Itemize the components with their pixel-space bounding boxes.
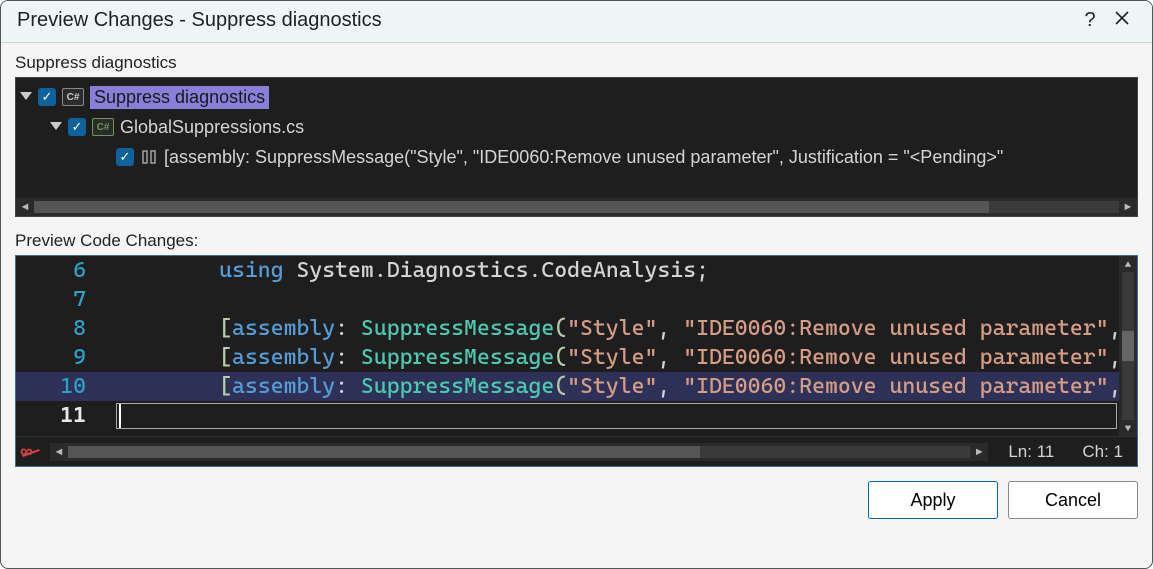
status-line: Ln: 11 [1008, 442, 1054, 462]
scroll-right-icon[interactable]: ► [970, 446, 988, 458]
code-line[interactable]: 9 [assembly: SuppressMessage("Style", "I… [16, 343, 1137, 372]
close-icon [1115, 11, 1129, 25]
close-button[interactable] [1106, 11, 1138, 30]
csharp-project-icon: C# [62, 88, 84, 106]
changes-tree[interactable]: ✓ C# Suppress diagnostics ✓ C# GlobalSup… [15, 77, 1138, 217]
tree-h-scrollbar[interactable]: ◄ ► [16, 198, 1137, 216]
dialog-buttons: Apply Cancel [15, 467, 1138, 519]
code-text: using System.Diagnostics.CodeAnalysis; [116, 258, 1137, 283]
tree-checkbox[interactable]: ✓ [38, 88, 56, 106]
code-status-bar: ∞ ◄ ► Ln: 11 Ch: 1 [16, 436, 1137, 466]
tree-checkbox[interactable]: ✓ [116, 148, 134, 166]
error-indicator-icon[interactable]: ∞ [20, 441, 44, 462]
scroll-thumb[interactable] [68, 446, 700, 458]
code-line[interactable]: 10 [assembly: SuppressMessage("Style", "… [16, 372, 1137, 401]
titlebar: Preview Changes - Suppress diagnostics ? [1, 1, 1152, 43]
line-number: 8 [16, 316, 116, 341]
tree-checkbox[interactable]: ✓ [68, 118, 86, 136]
dialog-title: Preview Changes - Suppress diagnostics [17, 9, 1074, 32]
code-line[interactable]: 7 [16, 285, 1137, 314]
tree-item-label: [assembly: SuppressMessage("Style", "IDE… [164, 147, 1003, 168]
code-text: [assembly: SuppressMessage("Style", "IDE… [116, 345, 1137, 370]
active-line-box[interactable] [116, 403, 1117, 429]
line-number: 9 [16, 345, 116, 370]
line-number: 10 [16, 374, 116, 399]
tree-file[interactable]: ✓ C# GlobalSuppressions.cs [20, 112, 1133, 142]
code-line[interactable]: 11 [16, 401, 1137, 430]
code-text: [assembly: SuppressMessage("Style", "IDE… [116, 374, 1137, 399]
text-cursor [119, 404, 121, 428]
scroll-thumb[interactable] [1122, 331, 1134, 361]
scroll-left-icon[interactable]: ◄ [16, 201, 34, 213]
line-number: 6 [16, 258, 116, 283]
code-line[interactable]: 8 [assembly: SuppressMessage("Style", "I… [16, 314, 1137, 343]
scroll-track[interactable] [1122, 272, 1134, 420]
scroll-down-icon[interactable]: ▼ [1119, 420, 1137, 436]
attribute-icon [140, 148, 158, 166]
scroll-track[interactable] [34, 201, 1119, 213]
scroll-up-icon[interactable]: ▲ [1119, 256, 1137, 272]
scroll-thumb[interactable] [34, 201, 989, 213]
expand-caret-icon[interactable] [50, 121, 62, 133]
preview-changes-dialog: Preview Changes - Suppress diagnostics ?… [0, 0, 1153, 569]
tree-section-label: Suppress diagnostics [15, 53, 1138, 73]
tree-root-label: Suppress diagnostics [90, 86, 269, 109]
preview-section-label: Preview Code Changes: [15, 231, 1138, 251]
line-number: 7 [16, 287, 116, 312]
scroll-right-icon[interactable]: ► [1119, 201, 1137, 213]
tree-file-label: GlobalSuppressions.cs [120, 117, 304, 138]
csharp-file-icon: C# [92, 118, 114, 136]
cancel-button[interactable]: Cancel [1008, 481, 1138, 519]
code-line[interactable]: 6 using System.Diagnostics.CodeAnalysis; [16, 256, 1137, 285]
status-col: Ch: 1 [1082, 442, 1123, 462]
code-h-scrollbar[interactable]: ◄ ► [50, 443, 988, 461]
line-number: 11 [16, 403, 116, 428]
tree-item[interactable]: ✓ [assembly: SuppressMessage("Style", "I… [20, 142, 1133, 172]
code-v-scrollbar[interactable]: ▲ ▼ [1119, 256, 1137, 436]
expand-caret-icon[interactable] [20, 91, 32, 103]
code-preview[interactable]: 6 using System.Diagnostics.CodeAnalysis;… [15, 255, 1138, 467]
tree-root[interactable]: ✓ C# Suppress diagnostics [20, 82, 1133, 112]
scroll-left-icon[interactable]: ◄ [50, 446, 68, 458]
apply-button[interactable]: Apply [868, 481, 998, 519]
help-button[interactable]: ? [1074, 9, 1106, 32]
scroll-track[interactable] [68, 446, 970, 458]
code-text: [assembly: SuppressMessage("Style", "IDE… [116, 316, 1137, 341]
